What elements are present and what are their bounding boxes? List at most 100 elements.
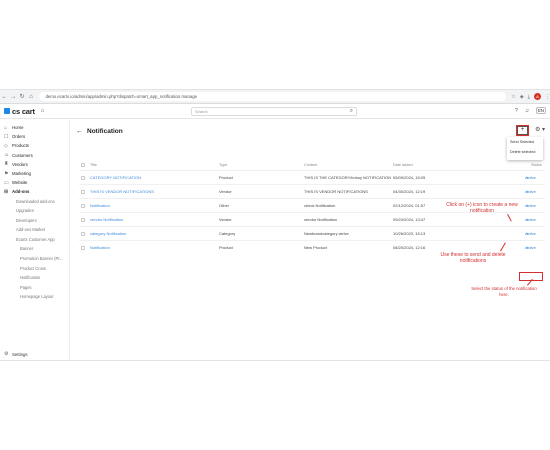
back-nav-icon[interactable]: ← xyxy=(0,94,9,100)
delete-selected-item[interactable]: Delete selected xyxy=(507,147,543,157)
send-selected-item[interactable]: Send Selected xyxy=(507,137,543,147)
bookmark-icon[interactable]: ☆ xyxy=(511,94,515,100)
sidebar-subitem-notification[interactable]: Notification xyxy=(0,273,69,283)
search-icon[interactable]: ⌕ xyxy=(350,108,353,115)
chevron-down-icon: ▼ xyxy=(526,176,529,180)
col-content[interactable]: Content xyxy=(304,160,317,170)
vendors-icon: ♜ xyxy=(4,161,9,168)
sidebar-subitem-homepage-layout[interactable]: Homepage Layout xyxy=(0,292,69,302)
sidebar-subitem-promo-banner[interactable]: Promotion Banner (Pr... xyxy=(0,254,69,264)
sidebar-subitem-banner[interactable]: Banner xyxy=(0,244,69,254)
col-status[interactable]: Status xyxy=(531,160,542,170)
notification-title-link[interactable]: category Notification xyxy=(90,227,126,241)
row-checkbox[interactable] xyxy=(81,204,85,208)
notification-type: Other xyxy=(219,203,230,208)
notification-date: 09/24/2024, 13:47 xyxy=(393,217,426,222)
notification-date: 08/20/2024, 12:16 xyxy=(393,245,426,250)
col-date[interactable]: Date added xyxy=(393,160,413,170)
table-row[interactable]: vendor Notification Vendor vendor Notifica… xyxy=(79,212,545,226)
status-annotation: Select the status of the notification he… xyxy=(471,286,537,297)
select-all-checkbox[interactable] xyxy=(81,163,85,167)
notification-type: Vendor xyxy=(219,189,232,194)
row-checkbox[interactable] xyxy=(81,246,85,250)
chevron-down-icon: ▼ xyxy=(526,246,529,250)
chevron-down-icon: ▼ xyxy=(526,204,529,208)
settings-dropdown-button[interactable]: ⚙ ▾ xyxy=(535,126,545,133)
sidebar-item-home[interactable]: ⌂ Home xyxy=(0,123,69,132)
extensions-icon[interactable]: ◈ xyxy=(520,94,524,100)
sidebar-item-products[interactable]: ◇ Products xyxy=(0,141,69,150)
bulk-actions-menu: Send Selected Delete selected xyxy=(507,137,543,160)
search-input[interactable]: Search ⌕ xyxy=(191,107,357,116)
row-checkbox[interactable] xyxy=(81,218,85,222)
table-row[interactable]: CATEGORY NOTIFICATION Product THIS IS THE … xyxy=(79,170,545,184)
sidebar-item-label: Customers xyxy=(12,152,33,158)
sidebar-subitem-customer-app[interactable]: Ecartx Customer App xyxy=(0,235,69,245)
notification-type: Product xyxy=(219,175,233,180)
sidebar-item-settings[interactable]: ⚙ Settings xyxy=(4,351,28,357)
notification-title-link[interactable]: Notification xyxy=(90,241,110,255)
storefront-icon[interactable]: ⌂ xyxy=(41,108,45,114)
col-type[interactable]: Type xyxy=(219,160,227,170)
profile-avatar[interactable]: A xyxy=(533,93,541,100)
row-checkbox[interactable] xyxy=(81,190,85,194)
menu-icon[interactable]: ⋮ xyxy=(545,94,550,100)
notification-content: THIS IS VENDOR NOTIFICATIONS xyxy=(304,189,368,194)
table-row[interactable]: THIS IS VENDOR NOTIFICATIONS Vendor THIS I… xyxy=(79,184,545,198)
notification-title-link[interactable]: vendor Notification xyxy=(90,213,123,227)
notification-date: 02/12/2024, 01:57 xyxy=(393,203,426,208)
forward-nav-icon[interactable]: → xyxy=(9,94,18,100)
products-icon: ◇ xyxy=(4,142,8,149)
website-icon: ▭ xyxy=(4,179,9,186)
notification-content: Newbrandcategory arrive xyxy=(304,231,349,236)
sidebar-subitem-market[interactable]: Add-ons Market xyxy=(0,225,69,235)
sidebar-item-website[interactable]: ▭ Website xyxy=(0,178,69,187)
row-checkbox[interactable] xyxy=(81,176,85,180)
add-annotation: Click on (+) icon to create a new notifi… xyxy=(446,202,518,214)
sidebar-item-label: Vendors xyxy=(12,161,28,167)
sidebar-subitem-upgrades[interactable]: Upgrades xyxy=(0,206,69,216)
table-row[interactable]: category Notification Category Newbrandcat… xyxy=(79,226,545,240)
sidebar-item-marketing[interactable]: ⚑ Marketing xyxy=(0,169,69,178)
orders-icon: ☐ xyxy=(4,133,9,140)
sidebar-subitem-developers[interactable]: Developers xyxy=(0,216,69,226)
page-title: Notification xyxy=(87,128,123,135)
search-placeholder: Search xyxy=(195,109,208,114)
add-highlight xyxy=(516,125,529,136)
sidebar-item-label: Orders xyxy=(12,134,26,140)
sidebar-item-orders[interactable]: ☐ Orders xyxy=(0,132,69,141)
sidebar-item-vendors[interactable]: ♜ Vendors xyxy=(0,160,69,169)
user-menu[interactable]: EN xyxy=(536,107,546,114)
sidebar-item-addons[interactable]: ⊞ Add-ons xyxy=(0,187,69,196)
app-window: ← → ↻ ⌂ demo.ecartx.io/admin/app/admin.p… xyxy=(0,89,550,361)
logo-text: cs cart xyxy=(12,106,35,116)
reload-icon[interactable]: ↻ xyxy=(18,93,27,100)
notification-title-link[interactable]: THIS IS VENDOR NOTIFICATIONS xyxy=(90,185,154,199)
notification-date: 10/26/2023, 15:13 xyxy=(393,231,426,236)
sidebar-item-label: Website xyxy=(12,180,28,186)
sidebar-item-label: Home xyxy=(12,125,24,131)
sidebar-subitem-product-cross[interactable]: Product Cross xyxy=(0,264,69,274)
notification-content: New Product xyxy=(304,245,327,250)
chevron-down-icon: ▼ xyxy=(526,190,529,194)
sidebar-item-label: Settings xyxy=(12,351,28,357)
sidebar-item-customers[interactable]: ☺ Customers xyxy=(0,151,69,160)
chevron-down-icon: ▼ xyxy=(526,218,529,222)
notification-title-link[interactable]: CATEGORY NOTIFICATION xyxy=(90,171,141,185)
notification-title-link[interactable]: Notification xyxy=(90,199,110,213)
main-content: ← Notification + ⚙ ▾ Send Selected Delet… xyxy=(71,120,550,360)
sidebar-subitem-pages[interactable]: Pages xyxy=(0,283,69,293)
download-icon[interactable]: ⤓ xyxy=(528,94,530,100)
col-title[interactable]: Title xyxy=(90,160,97,170)
help-icon[interactable]: ? xyxy=(515,108,518,114)
address-bar[interactable]: demo.ecartx.io/admin/app/admin.php?dispa… xyxy=(39,92,507,101)
home-nav-icon[interactable]: ⌂ xyxy=(27,94,36,100)
bell-icon[interactable]: ♫ xyxy=(525,108,529,114)
row-checkbox[interactable] xyxy=(81,232,85,236)
sidebar-item-label: Add-ons xyxy=(12,189,30,195)
gear-icon: ⚙ xyxy=(4,351,9,357)
notification-type: Vendor xyxy=(219,217,232,222)
logo[interactable]: cs cart ⌂ xyxy=(4,107,44,116)
sidebar-subitem-downloaded[interactable]: Downloaded add-ons xyxy=(0,197,69,207)
back-arrow-icon[interactable]: ← xyxy=(76,128,83,135)
